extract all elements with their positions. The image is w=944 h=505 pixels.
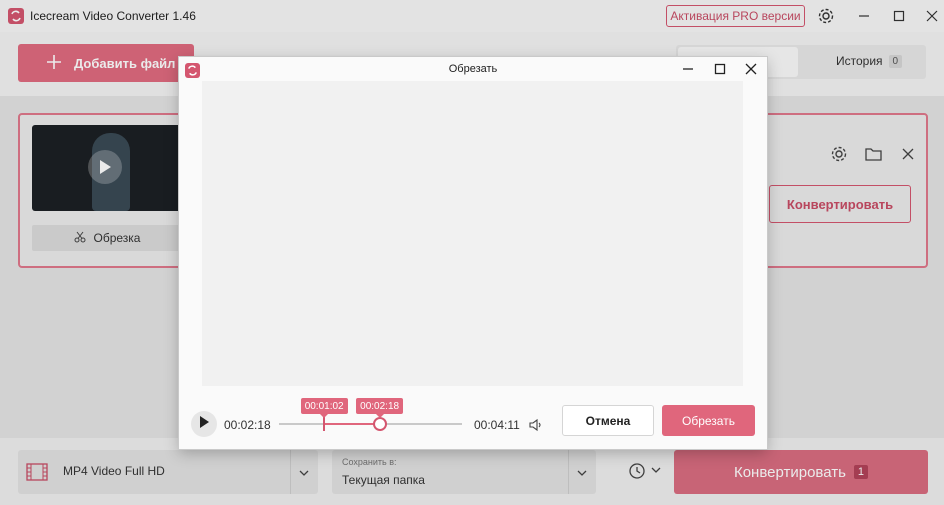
settings-icon[interactable] — [816, 6, 836, 26]
save-location-value: Текущая папка — [342, 473, 425, 487]
close-icon[interactable] — [898, 144, 918, 164]
video-preview[interactable] — [202, 81, 743, 386]
trim-selection-range — [324, 423, 380, 425]
add-file-label: Добавить файл — [74, 55, 176, 71]
total-time: 00:04:11 — [474, 418, 520, 432]
play-button[interactable] — [191, 411, 217, 437]
schedule-button[interactable] — [628, 462, 664, 482]
trim-button[interactable]: Обрезка — [32, 225, 182, 251]
folder-icon[interactable] — [864, 144, 884, 164]
current-time: 00:02:18 — [224, 418, 271, 432]
trim-start-handle[interactable] — [323, 417, 326, 431]
close-icon[interactable] — [744, 62, 758, 76]
play-icon[interactable] — [88, 150, 122, 184]
app-titlebar: Icecream Video Converter 1.46 Активация … — [0, 0, 944, 32]
chevron-down-icon[interactable] — [576, 466, 588, 478]
plus-icon — [46, 54, 62, 73]
film-icon — [26, 462, 48, 487]
convert-all-button[interactable]: Конвертировать 1 — [674, 450, 928, 494]
select-divider — [290, 450, 291, 494]
clock-icon — [628, 461, 646, 484]
volume-icon[interactable] — [529, 418, 543, 432]
chevron-down-icon — [650, 463, 662, 481]
convert-file-button[interactable]: Конвертировать — [769, 185, 911, 223]
trim-dialog: Обрезать 00:02:18 00:01:02 00:02:18 00:0… — [179, 57, 767, 449]
format-label: MP4 Video Full HD — [63, 464, 165, 478]
app-title: Icecream Video Converter 1.46 — [30, 9, 196, 23]
video-thumbnail[interactable] — [32, 125, 182, 211]
history-count-badge: 0 — [888, 54, 903, 68]
dialog-title: Обрезать — [448, 63, 498, 75]
save-caption: Сохранить в: — [342, 457, 397, 467]
trim-confirm-button[interactable]: Обрезать — [662, 405, 755, 436]
trim-label: Обрезка — [93, 231, 141, 245]
app-logo-icon — [8, 8, 24, 24]
save-location-select[interactable]: Сохранить в: Текущая папка — [332, 450, 596, 494]
tab-history[interactable]: История 0 — [836, 54, 903, 68]
minimize-icon[interactable] — [681, 62, 695, 76]
chevron-down-icon[interactable] — [298, 466, 310, 478]
scissors-icon — [74, 231, 86, 246]
tab-history-label: История — [836, 54, 883, 68]
pro-activation-button[interactable]: Активация PRO версии — [666, 5, 805, 27]
format-select[interactable]: MP4 Video Full HD — [18, 450, 318, 494]
minimize-icon[interactable] — [854, 6, 874, 26]
play-icon — [199, 415, 209, 433]
convert-count-badge: 1 — [853, 465, 869, 479]
trim-start-tooltip: 00:01:02 — [300, 398, 348, 418]
cancel-button[interactable]: Отмена — [562, 405, 654, 436]
trim-end-handle[interactable] — [372, 417, 387, 431]
close-icon[interactable] — [922, 6, 942, 26]
select-divider — [568, 450, 569, 494]
trim-end-tooltip: 00:02:18 — [356, 398, 404, 418]
settings-icon[interactable] — [829, 144, 849, 164]
add-file-button[interactable]: Добавить файл — [18, 44, 194, 82]
maximize-icon[interactable] — [713, 62, 727, 76]
trim-timeline[interactable] — [279, 423, 462, 425]
maximize-icon[interactable] — [889, 6, 909, 26]
convert-all-label: Конвертировать — [733, 463, 846, 481]
